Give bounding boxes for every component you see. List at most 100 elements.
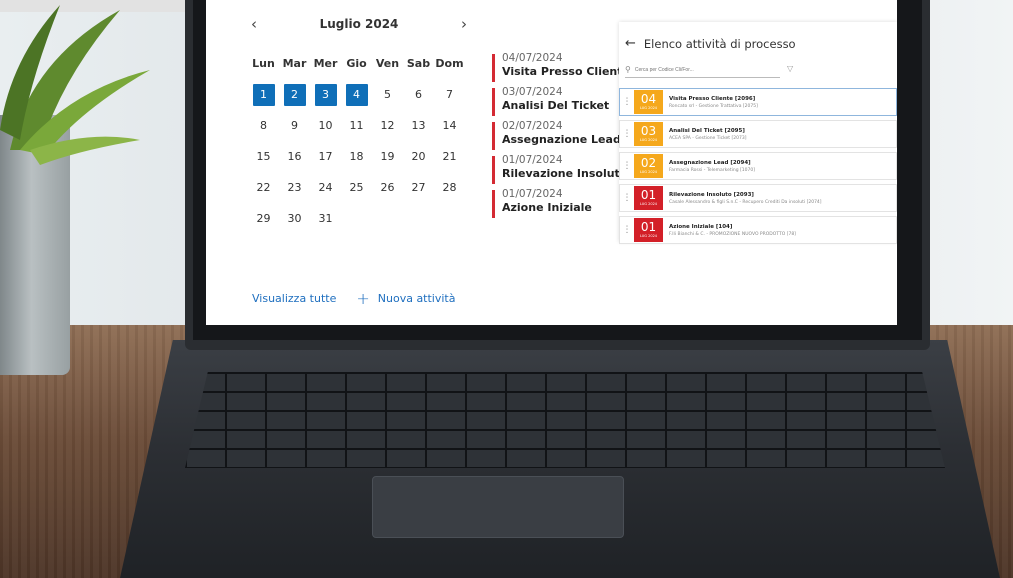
calendar-day[interactable]: 5: [372, 84, 403, 106]
calendar-day[interactable]: 2: [283, 83, 306, 106]
process-info: Azione Iniziale [104] F.lli Bianchi & C. …: [663, 223, 796, 238]
calendar-day[interactable]: 8: [248, 115, 279, 137]
badge-day: 04: [640, 92, 657, 106]
chevron-right-icon[interactable]: ›: [454, 15, 474, 33]
app-screen: ‹ Luglio 2024 › Lun Mar Mer Gio Ven Sab …: [206, 0, 897, 325]
badge-day: 01: [640, 220, 657, 234]
view-all-link[interactable]: Visualizza tutte: [252, 292, 336, 305]
calendar-day[interactable]: 1: [252, 83, 275, 106]
timeline-item[interactable]: 01/07/2024 Azione Iniziale: [492, 188, 612, 222]
calendar-week-row: 22 23 24 25 26 27 28: [248, 172, 468, 203]
keyboard: [185, 372, 945, 468]
calendar-day[interactable]: 15: [248, 146, 279, 168]
calendar-day[interactable]: 11: [341, 115, 372, 137]
more-vertical-icon[interactable]: ⋮: [620, 225, 634, 235]
calendar-week-row: 8 9 10 11 12 13 14: [248, 110, 468, 141]
calendar-day[interactable]: 19: [372, 146, 403, 168]
process-name: Visita Presso Cliente [2096]: [669, 95, 756, 102]
timeline-title: Azione Iniziale: [502, 201, 592, 214]
badge-month: LUG 2024: [639, 106, 658, 110]
more-vertical-icon[interactable]: ⋮: [620, 129, 634, 139]
timeline-item[interactable]: 04/07/2024 Visita Presso Cliente: [492, 52, 630, 86]
weekday-label: Gio: [346, 57, 367, 70]
calendar-day[interactable]: 24: [310, 177, 341, 199]
chevron-left-icon[interactable]: ‹: [244, 15, 264, 33]
weekday-label: Dom: [435, 57, 464, 70]
process-subtitle: Casale Alessandro & figli S.n.C - Recupe…: [669, 199, 822, 205]
calendar-day[interactable]: 13: [403, 115, 434, 137]
process-info: Visita Presso Cliente [2096] Roncato srl …: [663, 95, 758, 110]
activity-timeline: 04/07/2024 Visita Presso Cliente 03/07/2…: [492, 52, 630, 222]
calendar-day[interactable]: 30: [279, 208, 310, 230]
filter-icon[interactable]: ▽: [787, 64, 793, 73]
arrow-left-icon[interactable]: ←: [625, 36, 636, 51]
timeline-date: 01/07/2024: [502, 154, 563, 166]
calendar-day[interactable]: 6: [403, 84, 434, 106]
process-subtitle: F.lli Bianchi & C. - PROMOZIONE NUOVO PR…: [669, 231, 796, 237]
badge-month: LUG 2024: [639, 202, 658, 206]
calendar-day[interactable]: 10: [310, 115, 341, 137]
process-subtitle: Roncato srl - Gestione Trattativa [2075]: [669, 103, 758, 109]
new-activity-button[interactable]: + Nuova attività: [356, 289, 455, 308]
calendar-weekday-row: Lun Mar Mer Gio Ven Sab Dom: [248, 48, 468, 79]
date-badge: 04 LUG 2024: [634, 90, 663, 114]
process-info: Rilevazione Insoluto [2093] Casale Alessa…: [663, 191, 822, 206]
process-list-item[interactable]: ⋮ 01 LUG 2024 Rilevazione Insoluto [2093] Ca…: [619, 184, 897, 212]
date-badge: 02 LUG 2024: [634, 154, 663, 178]
calendar-day[interactable]: 21: [434, 146, 465, 168]
search-input[interactable]: [634, 66, 770, 73]
date-badge: 03 LUG 2024: [634, 122, 663, 146]
calendar-day[interactable]: 18: [341, 146, 372, 168]
calendar-day[interactable]: 23: [279, 177, 310, 199]
timeline-item[interactable]: 02/07/2024 Assegnazione Lead: [492, 120, 621, 154]
calendar-day[interactable]: 12: [372, 115, 403, 137]
calendar-day[interactable]: 29: [248, 208, 279, 230]
date-badge: 01 LUG 2024: [634, 186, 663, 210]
process-list-item[interactable]: ⋮ 02 LUG 2024 Assegnazione Lead [2094] Farma…: [619, 152, 897, 180]
timeline-item[interactable]: 01/07/2024 Rilevazione Insoluto: [492, 154, 628, 188]
calendar-day[interactable]: 3: [314, 83, 337, 106]
calendar-day[interactable]: 4: [345, 83, 368, 106]
calendar-day[interactable]: 9: [279, 115, 310, 137]
process-name: Azione Iniziale [104]: [669, 223, 733, 230]
weekday-label: Ven: [375, 57, 400, 70]
touchpad: [372, 476, 624, 538]
timeline-title: Assegnazione Lead: [502, 133, 621, 146]
process-subtitle: Farmacia Rossi - Telemarketing [1070]: [669, 167, 755, 173]
calendar-day[interactable]: 31: [310, 208, 341, 230]
weekday-label: Sab: [406, 57, 431, 70]
calendar-day[interactable]: 25: [341, 177, 372, 199]
timeline-date: 01/07/2024: [502, 188, 563, 200]
search-icon: ⚲: [625, 65, 631, 74]
calendar-empty-cell: [403, 208, 434, 230]
calendar-day[interactable]: 27: [403, 177, 434, 199]
process-info: Analisi Del Ticket [2095] ACEA SPA - Gest…: [663, 127, 746, 142]
new-activity-label: Nuova attività: [377, 292, 456, 305]
timeline-title: Analisi Del Ticket: [502, 99, 610, 112]
process-info: Assegnazione Lead [2094] Farmacia Rossi -…: [663, 159, 755, 174]
process-list-item[interactable]: ⋮ 01 LUG 2024 Azione Iniziale [104] F.lli Bi…: [619, 216, 897, 244]
calendar-day[interactable]: 7: [434, 84, 465, 106]
calendar-week-row: 29 30 31: [248, 203, 468, 234]
calendar-day[interactable]: 22: [248, 177, 279, 199]
process-list-item[interactable]: ⋮ 03 LUG 2024 Analisi Del Ticket [2095] ACEA…: [619, 120, 897, 148]
panel-header: ← Elenco attività di processo: [625, 36, 796, 51]
calendar-day[interactable]: 17: [310, 146, 341, 168]
calendar-day[interactable]: 16: [279, 146, 310, 168]
timeline-title: Visita Presso Cliente: [502, 65, 630, 78]
more-vertical-icon[interactable]: ⋮: [620, 97, 634, 107]
timeline-title: Rilevazione Insoluto: [502, 167, 628, 180]
calendar-empty-cell: [434, 208, 465, 230]
timeline-item[interactable]: 03/07/2024 Analisi Del Ticket: [492, 86, 612, 120]
more-vertical-icon[interactable]: ⋮: [620, 193, 634, 203]
process-name: Analisi Del Ticket [2095]: [669, 127, 745, 134]
calendar-day[interactable]: 20: [403, 146, 434, 168]
calendar-day[interactable]: 14: [434, 115, 465, 137]
calendar-day[interactable]: 26: [372, 177, 403, 199]
more-vertical-icon[interactable]: ⋮: [620, 161, 634, 171]
calendar-header: ‹ Luglio 2024 ›: [244, 14, 474, 34]
badge-day: 03: [640, 124, 657, 138]
calendar-day[interactable]: 28: [434, 177, 465, 199]
process-list-item[interactable]: ⋮ 04 LUG 2024 Visita Presso Cliente [2096] R…: [619, 88, 897, 116]
process-subtitle: ACEA SPA - Gestione Ticket [2073]: [669, 135, 747, 141]
